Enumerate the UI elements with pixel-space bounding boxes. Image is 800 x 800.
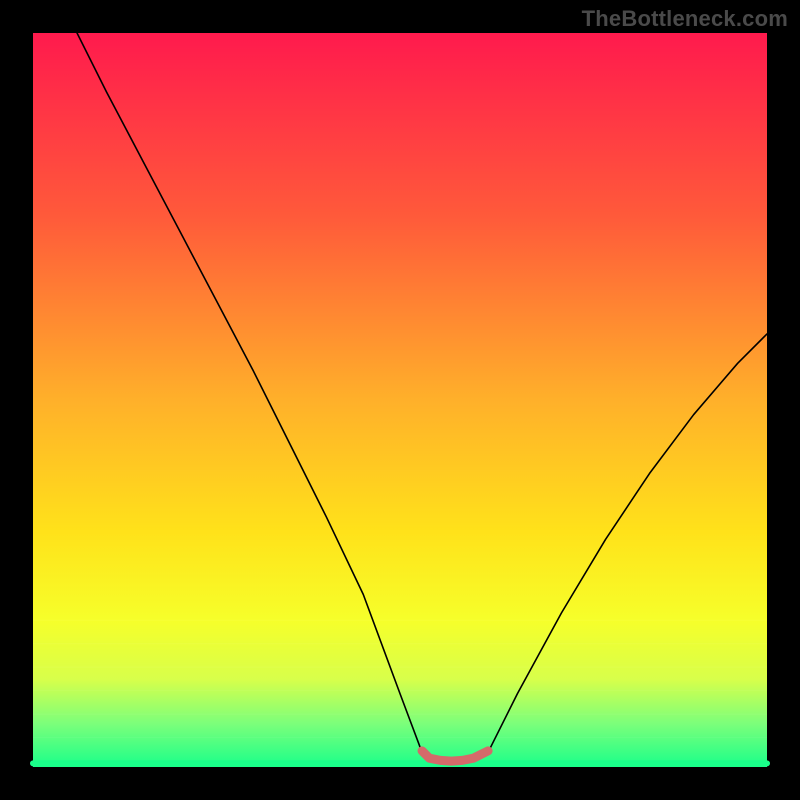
attribution-label: TheBottleneck.com: [582, 6, 788, 32]
chart-frame: TheBottleneck.com: [0, 0, 800, 800]
bottleneck-chart: [0, 0, 800, 800]
